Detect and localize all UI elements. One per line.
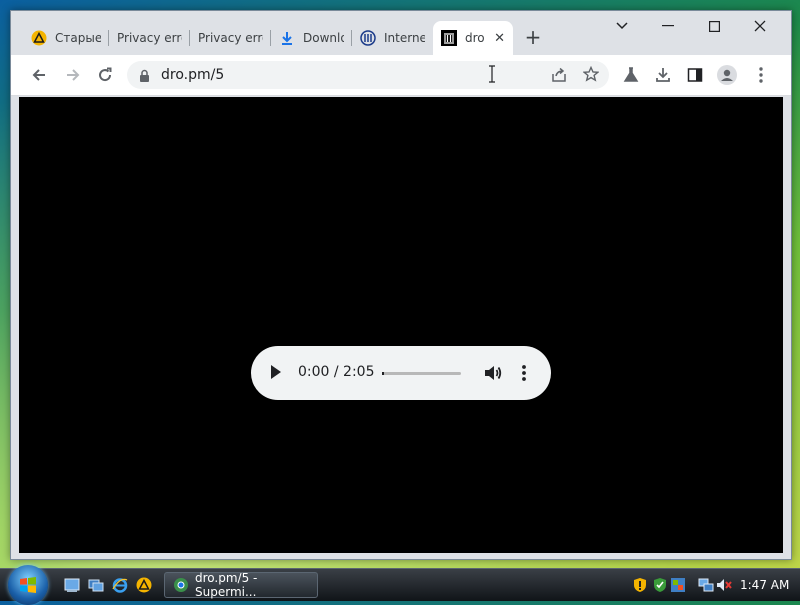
side-panel-icon[interactable] — [681, 61, 709, 89]
download-arrow-icon — [279, 30, 295, 46]
tab-6-active[interactable]: dro ✕ — [433, 21, 513, 55]
tab-label: Internet — [384, 31, 425, 45]
warning-triangle-icon[interactable] — [136, 577, 152, 593]
labs-flask-icon[interactable] — [617, 61, 645, 89]
internet-explorer-icon[interactable] — [112, 577, 128, 593]
bookmark-star-icon[interactable] — [582, 65, 600, 86]
browser-app-icon — [173, 577, 189, 593]
page-content: 0:00 / 2:05 — [19, 97, 783, 553]
tab-3[interactable]: Privacy error — [190, 21, 271, 55]
warning-triangle-icon — [31, 30, 47, 46]
text-cursor-icon — [489, 65, 495, 85]
browser-window: Старые Privacy error Privacy error Downl… — [10, 10, 792, 560]
back-arrow-icon[interactable] — [25, 61, 53, 89]
start-button[interactable] — [8, 565, 48, 605]
audio-time: 0:00 / 2:05 — [298, 364, 375, 380]
lock-icon[interactable] — [139, 68, 150, 87]
network-icon[interactable] — [698, 577, 714, 593]
system-clock: 1:47 AM — [740, 578, 790, 592]
audio-progress-fill — [382, 372, 384, 375]
tab-label: dro — [465, 31, 485, 45]
tab-1[interactable]: Старые — [23, 21, 109, 55]
player-options-icon[interactable] — [517, 363, 531, 383]
taskbar-item-browser[interactable]: dro.pm/5 - Supermi... — [164, 571, 318, 599]
action-center-icon[interactable] — [670, 577, 686, 593]
tab-2[interactable]: Privacy error — [109, 21, 190, 55]
reload-icon[interactable] — [91, 61, 119, 89]
address-bar[interactable]: dro.pm/5 — [127, 61, 609, 89]
play-icon[interactable] — [271, 365, 281, 379]
tab-label: Старые — [55, 31, 101, 45]
audio-player[interactable]: 0:00 / 2:05 — [251, 346, 551, 400]
archive-building-icon — [441, 30, 457, 46]
taskbar: dro.pm/5 - Supermi... 1:47 AM — [0, 565, 800, 605]
share-icon[interactable] — [551, 67, 567, 87]
volume-muted-icon[interactable] — [716, 577, 732, 593]
tab-strip: Старые Privacy error Privacy error Downl… — [11, 11, 791, 55]
taskbar-item-label: dro.pm/5 - Supermi... — [195, 571, 258, 599]
tab-label: Privacy error — [117, 31, 182, 45]
tab-label: Privacy error — [198, 31, 263, 45]
archive-globe-icon — [360, 30, 376, 46]
browser-toolbar: dro.pm/5 — [11, 55, 791, 96]
windows-logo-icon — [20, 577, 36, 593]
security-shield-icon[interactable] — [632, 577, 648, 593]
tab-5[interactable]: Internet — [352, 21, 433, 55]
downloads-icon[interactable] — [649, 61, 677, 89]
tab-label: Downlo — [303, 31, 344, 45]
menu-kebab-icon[interactable] — [747, 61, 775, 89]
minimize-icon[interactable] — [645, 11, 691, 41]
show-desktop-icon[interactable] — [64, 577, 80, 593]
forward-arrow-icon[interactable] — [59, 61, 87, 89]
close-window-icon[interactable] — [737, 11, 783, 41]
audio-progress-track[interactable] — [382, 372, 461, 375]
url-text: dro.pm/5 — [161, 67, 225, 83]
maximize-icon[interactable] — [691, 11, 737, 41]
switch-windows-icon[interactable] — [88, 577, 104, 593]
tab-search-icon[interactable] — [599, 11, 645, 41]
close-tab-icon[interactable]: ✕ — [488, 31, 505, 46]
windows-update-icon[interactable] — [652, 577, 668, 593]
volume-icon[interactable] — [483, 363, 503, 383]
new-tab-button[interactable]: + — [523, 27, 543, 48]
profile-avatar-icon[interactable] — [713, 61, 741, 89]
tab-4[interactable]: Downlo — [271, 21, 352, 55]
